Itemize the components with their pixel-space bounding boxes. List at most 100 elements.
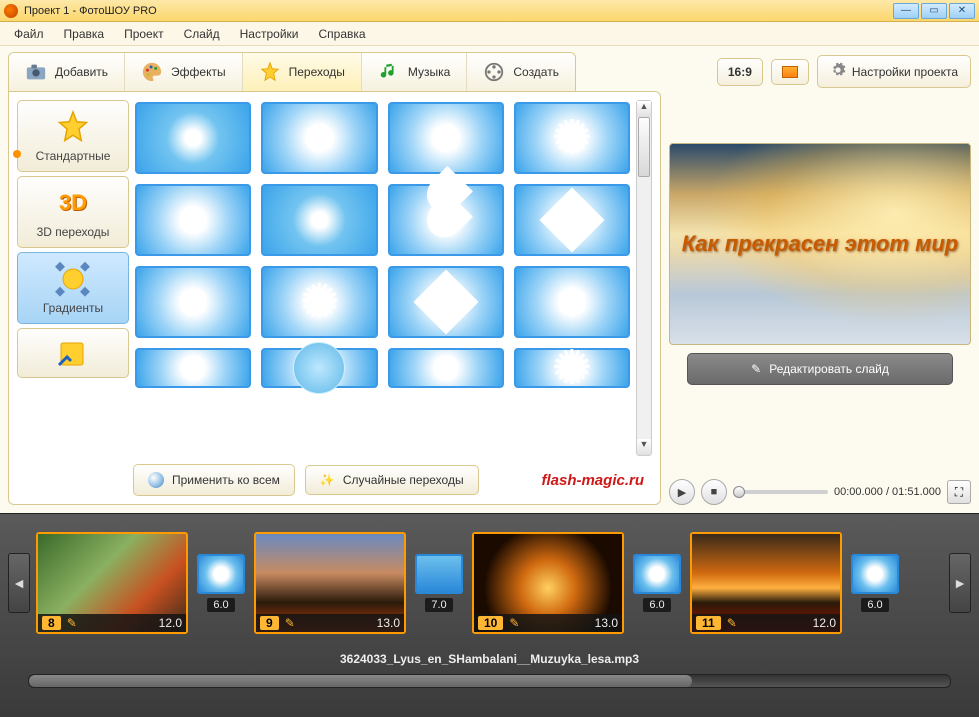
main-tabs: Добавить Эффекты Переходы Музыка Создать — [8, 52, 576, 91]
transition-duration: 7.0 — [425, 598, 452, 612]
tab-transitions[interactable]: Переходы — [243, 53, 362, 91]
category-standard[interactable]: Стандартные — [17, 100, 129, 172]
right-toolbar: 16:9 Настройки проекта — [717, 52, 971, 91]
category-standard-label: Стандартные — [36, 149, 111, 163]
transition-thumb[interactable] — [135, 348, 251, 388]
apply-all-label: Применить ко всем — [172, 473, 280, 487]
window-title: Проект 1 - ФотоШОУ PRO — [24, 5, 893, 17]
pencil-icon[interactable]: ✎ — [285, 616, 295, 630]
scroll-handle[interactable] — [638, 117, 650, 177]
transition-thumb[interactable] — [514, 348, 630, 388]
tab-add[interactable]: Добавить — [9, 53, 125, 91]
thumbnail-grid — [133, 100, 636, 456]
audio-filename: 3624033_Lyus_en_SHambalani__Muzuyka_lesa… — [0, 642, 979, 670]
transition-thumb[interactable] — [261, 184, 377, 256]
tab-effects-label: Эффекты — [171, 65, 226, 79]
playback-controls: ▶ ■ 00:00.000 / 01:51.000 ⛶ — [669, 479, 971, 505]
project-settings-button[interactable]: Настройки проекта — [817, 55, 971, 88]
slide-footer: 9 ✎ 13.0 — [256, 614, 404, 632]
menu-settings[interactable]: Настройки — [232, 24, 307, 44]
apply-all-button[interactable]: Применить ко всем — [133, 464, 295, 496]
transition-thumb-icon[interactable] — [415, 554, 463, 594]
timeline-transition[interactable]: 6.0 — [850, 554, 900, 612]
pencil-icon[interactable]: ✎ — [727, 616, 737, 630]
music-icon — [378, 61, 400, 83]
category-more[interactable] — [17, 328, 129, 378]
watermark-text: flash-magic.ru — [541, 472, 652, 489]
transition-thumb[interactable] — [514, 102, 630, 174]
seek-handle[interactable] — [733, 486, 745, 498]
transition-thumb[interactable] — [388, 348, 504, 388]
transition-thumb[interactable] — [261, 348, 377, 388]
toolbar: Добавить Эффекты Переходы Музыка Создать… — [0, 46, 979, 91]
pencil-icon[interactable]: ✎ — [509, 616, 519, 630]
background-button[interactable] — [771, 59, 809, 85]
menu-file[interactable]: Файл — [6, 24, 52, 44]
tab-effects[interactable]: Эффекты — [125, 53, 243, 91]
scroll-track[interactable] — [637, 117, 651, 439]
transition-thumb-icon[interactable] — [197, 554, 245, 594]
menu-slide[interactable]: Слайд — [176, 24, 228, 44]
slide-number: 9 — [260, 616, 279, 630]
thumbnail-scroll: ▲ ▼ — [133, 100, 652, 456]
transition-thumb-icon[interactable] — [633, 554, 681, 594]
edit-slide-button[interactable]: ✎ Редактировать слайд — [687, 353, 953, 385]
scroll-up-icon[interactable]: ▲ — [637, 101, 651, 117]
pencil-icon[interactable]: ✎ — [67, 616, 77, 630]
category-3d[interactable]: 3D 3D переходы — [17, 176, 129, 248]
menu-project[interactable]: Проект — [116, 24, 172, 44]
slide-number: 8 — [42, 616, 61, 630]
category-gradients[interactable]: Градиенты — [17, 252, 129, 324]
timeline-transition[interactable]: 6.0 — [632, 554, 682, 612]
slides-strip: 8 ✎ 12.0 6.0 9 ✎ 13.0 7.0 — [36, 532, 943, 634]
category-list: Стандартные 3D 3D переходы Градиенты — [17, 100, 129, 496]
seek-bar[interactable] — [733, 490, 828, 494]
transition-thumb[interactable] — [388, 266, 504, 338]
random-button[interactable]: ✨ Случайные переходы — [305, 465, 479, 495]
stop-button[interactable]: ■ — [701, 479, 727, 505]
scroll-down-icon[interactable]: ▼ — [637, 439, 651, 455]
timeline-scroll-handle[interactable] — [29, 675, 692, 687]
menu-help[interactable]: Справка — [310, 24, 373, 44]
timeline-transition[interactable]: 6.0 — [196, 554, 246, 612]
tab-transitions-label: Переходы — [289, 65, 345, 79]
timeline-prev-button[interactable]: ◄ — [8, 553, 30, 613]
window-buttons: — ▭ ✕ — [893, 3, 975, 19]
fullscreen-button[interactable]: ⛶ — [947, 480, 971, 504]
category-gradients-label: Градиенты — [43, 301, 103, 315]
transition-thumb-icon[interactable] — [851, 554, 899, 594]
timeline-slide[interactable]: 11 ✎ 12.0 — [690, 532, 842, 634]
transition-thumb[interactable] — [261, 102, 377, 174]
menu-edit[interactable]: Правка — [56, 24, 113, 44]
vertical-scrollbar[interactable]: ▲ ▼ — [636, 100, 652, 456]
slide-duration: 13.0 — [377, 616, 400, 630]
transition-thumb[interactable] — [135, 102, 251, 174]
timeline-next-button[interactable]: ► — [949, 553, 971, 613]
timeline-transition[interactable]: 7.0 — [414, 554, 464, 612]
app-icon — [4, 4, 18, 18]
minimize-button[interactable]: — — [893, 3, 919, 19]
aspect-button[interactable]: 16:9 — [717, 58, 763, 86]
tab-music[interactable]: Музыка — [362, 53, 467, 91]
close-button[interactable]: ✕ — [949, 3, 975, 19]
timeline-slide[interactable]: 8 ✎ 12.0 — [36, 532, 188, 634]
3d-icon: 3D — [55, 185, 91, 221]
tab-create-label: Создать — [513, 65, 559, 79]
transition-thumb[interactable] — [135, 266, 251, 338]
thumbnails-area: ▲ ▼ Применить ко всем ✨ Случайные перехо… — [133, 100, 652, 496]
transition-thumb[interactable] — [514, 266, 630, 338]
tab-create[interactable]: Создать — [467, 53, 575, 91]
timeline: ◄ 8 ✎ 12.0 6.0 9 ✎ 13.0 — [0, 513, 979, 717]
maximize-button[interactable]: ▭ — [921, 3, 947, 19]
transition-thumb[interactable] — [261, 266, 377, 338]
timeline-slide[interactable]: 9 ✎ 13.0 — [254, 532, 406, 634]
wand-icon: ✨ — [320, 473, 335, 487]
timeline-scrollbar[interactable] — [28, 674, 951, 688]
transition-thumb[interactable] — [388, 184, 504, 256]
timeline-slide[interactable]: 10 ✎ 13.0 — [472, 532, 624, 634]
transition-duration: 6.0 — [207, 598, 234, 612]
transition-thumb[interactable] — [514, 184, 630, 256]
transition-thumb[interactable] — [388, 102, 504, 174]
play-button[interactable]: ▶ — [669, 479, 695, 505]
transition-thumb[interactable] — [135, 184, 251, 256]
